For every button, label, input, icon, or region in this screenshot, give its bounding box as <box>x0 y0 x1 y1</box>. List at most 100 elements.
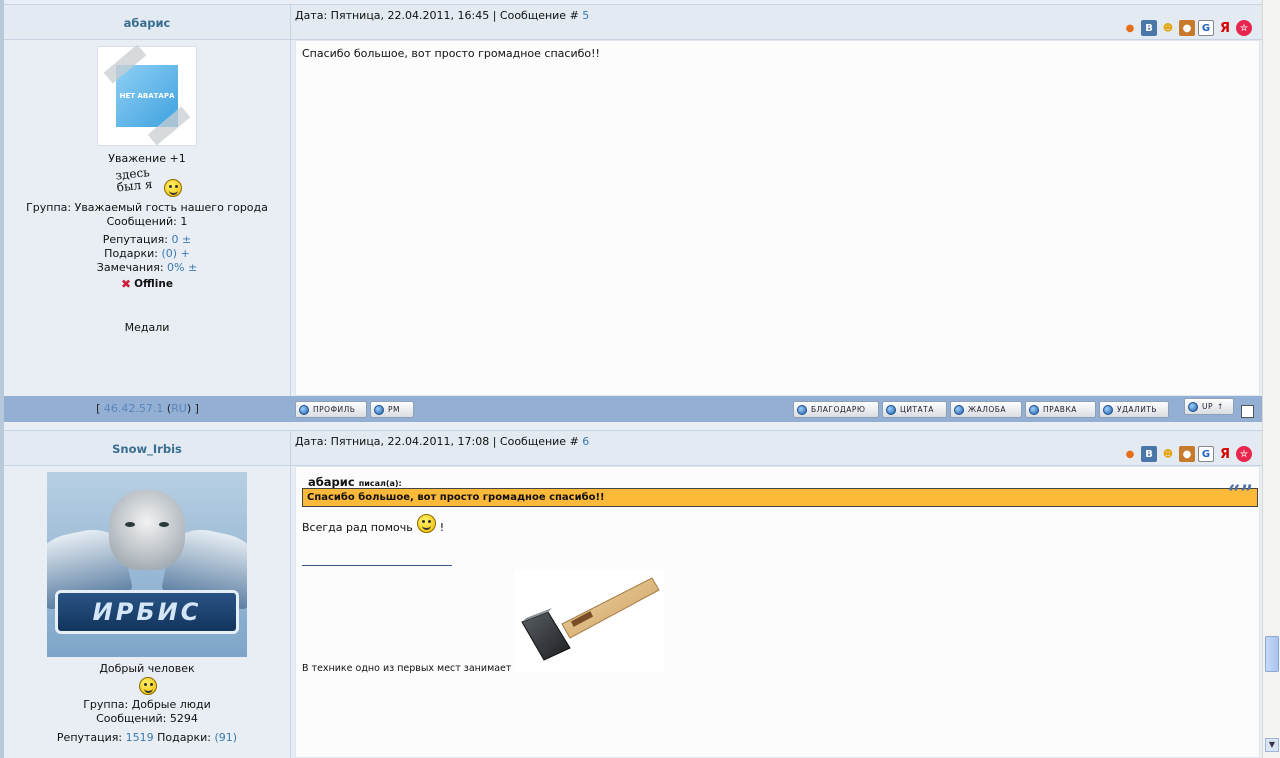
button-bullet-icon <box>374 404 384 415</box>
google-icon[interactable]: G <box>1198 446 1214 462</box>
ip-bracket: ) ] <box>186 402 199 415</box>
gifts-value[interactable]: (91) <box>214 731 237 744</box>
button-label: UP <box>1202 402 1214 411</box>
ip-bracket: [ <box>96 402 104 415</box>
google-icon[interactable]: G <box>1198 20 1214 36</box>
post-meta: Дата: Пятница, 22.04.2011, 17:08 | Сообщ… <box>295 435 589 448</box>
reputation-change-link[interactable]: ± <box>182 233 191 246</box>
reputation-value[interactable]: 1519 <box>126 731 154 744</box>
post-date: Дата: Пятница, 22.04.2011, 16:45 | Сообщ… <box>295 9 583 22</box>
user-rank-image: здесь был я <box>4 165 290 197</box>
yandex-icon[interactable]: Я <box>1217 20 1233 36</box>
offline-icon: ✖ <box>121 277 132 291</box>
people-icon[interactable]: ☻ <box>1160 446 1176 462</box>
post-body: абарис писал(а): Спасибо большое, вот пр… <box>295 466 1260 758</box>
vkontakte-icon[interactable]: B <box>1141 20 1157 36</box>
post-author[interactable]: Snow_Irbis <box>4 431 291 467</box>
hammer-image <box>514 570 664 672</box>
post-text: Спасибо большое, вот просто громадное сп… <box>302 47 600 60</box>
avatar-logo-text: ИРБИС <box>55 590 239 634</box>
reply-text: Всегда рад помочь <box>302 521 413 534</box>
ip-country[interactable]: RU <box>171 402 187 415</box>
up-button[interactable]: UP ↑ <box>1184 398 1234 415</box>
button-bullet-icon <box>954 404 964 415</box>
odnoklassniki-icon[interactable]: ● <box>1179 446 1195 462</box>
user-gifts: Подарки: (0) + <box>4 247 290 260</box>
avatar: НЕТ АВАТАРА <box>97 44 197 146</box>
reply-line: Всегда рад помочь ! <box>302 514 445 534</box>
select-post-checkbox[interactable] <box>1241 405 1254 418</box>
signature-text: В технике одно из первых мест занимает <box>302 663 512 674</box>
quote-block: Спасибо большое, вот просто громадное сп… <box>302 483 1258 507</box>
add-gift-link[interactable]: + <box>181 247 190 260</box>
button-label: Профиль <box>313 405 356 414</box>
post-number-link[interactable]: 6 <box>582 435 589 448</box>
user-reputation: Репутация: 0 ± <box>4 233 290 246</box>
post-action-bar: [ 46.42.57.1 (RU) ] Профиль PM Благодарю… <box>4 396 1262 422</box>
user-title: Добрый человек <box>99 662 195 675</box>
avatar-art <box>125 522 135 527</box>
profile-button[interactable]: Профиль <box>295 401 367 418</box>
gifts-label: Подарки: <box>104 247 159 260</box>
yandex-icon[interactable]: Я <box>1217 446 1233 462</box>
user-warnings: Замечания: 0% ± <box>4 261 290 274</box>
user-group: Группа: Уважаемый гость нашего города <box>26 201 268 214</box>
warnings-value[interactable]: 0% <box>167 261 184 274</box>
warnings-change-link[interactable]: ± <box>188 261 197 274</box>
smiley-icon <box>164 179 182 197</box>
user-respect: Уважение +1 <box>108 152 186 165</box>
user-ip: [ 46.42.57.1 (RU) ] <box>4 396 291 422</box>
user-info-panel: НЕТ АВАТАРА Уважение +1 здесь был я Груп… <box>4 40 291 396</box>
button-label: Удалить <box>1117 405 1158 414</box>
avatar-art <box>159 522 169 527</box>
scrollbar-thumb[interactable] <box>1265 636 1279 672</box>
medals-label: Медали <box>124 321 170 334</box>
avatar-art <box>109 490 185 570</box>
vertical-scrollbar[interactable]: ▼ <box>1262 0 1280 758</box>
button-label: Жалоба <box>968 405 1007 414</box>
post-header: абарис Дата: Пятница, 22.04.2011, 16:45 … <box>4 4 1262 41</box>
gifts-value[interactable]: (0) <box>162 247 178 260</box>
online-status: ✖ Offline <box>4 278 290 291</box>
reply-end: ! <box>439 521 445 534</box>
post-header: Snow_Irbis Дата: Пятница, 22.04.2011, 17… <box>4 430 1262 467</box>
share-icons: ● B ☻ ● G Я ✮ <box>1122 20 1252 36</box>
thanks-button[interactable]: Благодарю <box>793 401 879 418</box>
user-messages: Сообщений: 5294 <box>96 712 198 725</box>
people-icon[interactable]: ☻ <box>1160 20 1176 36</box>
edit-button[interactable]: Правка <box>1025 401 1096 418</box>
reputation-label: Репутация: <box>102 233 168 246</box>
post-body: Спасибо большое, вот просто громадное сп… <box>295 40 1260 396</box>
post-number-link[interactable]: 5 <box>582 9 589 22</box>
quote-button[interactable]: Цитата <box>882 401 947 418</box>
odnoklassniki-icon[interactable]: ● <box>1179 20 1195 36</box>
ip-bracket: ( <box>163 402 172 415</box>
post-meta: Дата: Пятница, 22.04.2011, 16:45 | Сообщ… <box>295 9 589 22</box>
pm-button[interactable]: PM <box>370 401 414 418</box>
smiley-icon <box>139 677 157 695</box>
quote-text: Спасибо большое, вот просто громадное сп… <box>307 492 605 503</box>
forum-page: абарис Дата: Пятница, 22.04.2011, 16:45 … <box>0 0 1262 758</box>
reputation-value[interactable]: 0 <box>172 233 179 246</box>
mail-ru-icon[interactable]: ● <box>1122 20 1138 36</box>
button-bullet-icon <box>1188 401 1198 412</box>
user-group: Группа: Добрые люди <box>83 698 211 711</box>
arrow-up-icon: ↑ <box>1217 402 1224 411</box>
button-label: Благодарю <box>811 405 866 414</box>
post-author[interactable]: абарис <box>4 5 291 41</box>
ip-address[interactable]: 46.42.57.1 <box>104 402 163 415</box>
favorites-icon[interactable]: ✮ <box>1236 20 1252 36</box>
vkontakte-icon[interactable]: B <box>1141 446 1157 462</box>
complaint-button[interactable]: Жалоба <box>950 401 1022 418</box>
button-label: PM <box>388 405 400 414</box>
gifts-label: Подарки: <box>157 731 211 744</box>
button-label: Правка <box>1043 405 1077 414</box>
quote-author: абарис писал(а): <box>308 475 402 489</box>
signature-divider <box>302 565 452 566</box>
scroll-down-icon[interactable]: ▼ <box>1265 738 1279 752</box>
status-text: Offline <box>134 278 173 290</box>
delete-button[interactable]: Удалить <box>1099 401 1169 418</box>
favorites-icon[interactable]: ✮ <box>1236 446 1252 462</box>
mail-ru-icon[interactable]: ● <box>1122 446 1138 462</box>
post-date: Дата: Пятница, 22.04.2011, 17:08 | Сообщ… <box>295 435 583 448</box>
